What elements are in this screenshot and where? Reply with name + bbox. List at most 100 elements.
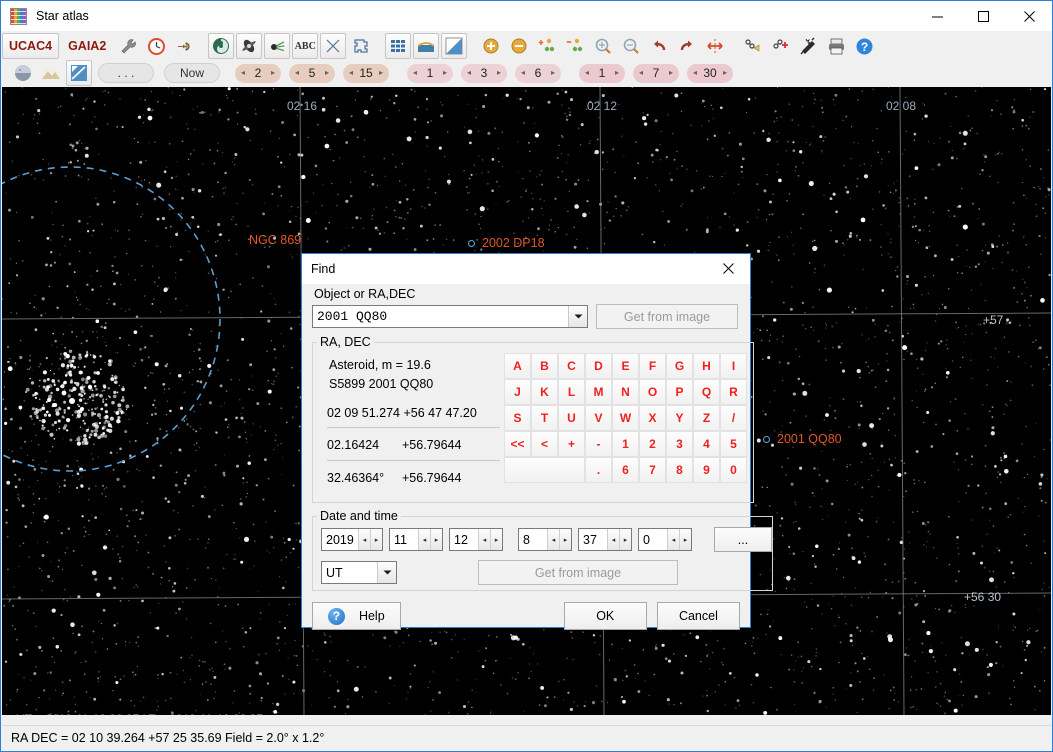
keypad-key-4[interactable]: 4 — [693, 431, 720, 457]
cancel-button[interactable]: Cancel — [656, 602, 740, 630]
keypad-key-x[interactable]: . — [585, 457, 612, 483]
keypad-key-K[interactable]: K — [531, 379, 558, 405]
stepper-3[interactable]: ◂ 15 ▸ — [343, 63, 389, 83]
stepper-8[interactable]: ◂ 7 ▸ — [633, 63, 679, 83]
pointing-hand-icon[interactable] — [171, 33, 197, 59]
keypad-key-5[interactable]: 5 — [720, 431, 747, 457]
keypad-key-R[interactable]: R — [720, 379, 747, 405]
keypad-key-Y[interactable]: Y — [666, 405, 693, 431]
keypad-key-xx[interactable]: << — [504, 431, 531, 457]
keypad-key-A[interactable]: A — [504, 353, 531, 379]
maximize-button[interactable] — [960, 1, 1006, 31]
get-from-image-button[interactable]: Get from image — [596, 304, 738, 329]
month-field[interactable]: 11 ◂ ▸ — [389, 528, 443, 551]
keypad-key-I[interactable]: I — [720, 353, 747, 379]
keypad-key-D[interactable]: D — [585, 353, 612, 379]
hour-field-up-arrow[interactable]: ▸ — [559, 529, 571, 550]
stepper-right-arrow[interactable]: ▸ — [723, 69, 727, 77]
gaia2-button[interactable]: GAIA2 — [61, 33, 113, 59]
galaxy-icon[interactable] — [208, 33, 235, 59]
add-star-icon[interactable] — [534, 33, 560, 59]
remove-star-icon[interactable] — [562, 33, 588, 59]
clock-icon[interactable] — [143, 33, 169, 59]
minute-field-up-arrow[interactable]: ▸ — [619, 529, 631, 550]
stepper-right-arrow[interactable]: ▸ — [669, 69, 673, 77]
abc-labels-icon[interactable]: ABC — [292, 33, 319, 59]
keypad-key-V[interactable]: V — [585, 405, 612, 431]
print-icon[interactable] — [823, 33, 849, 59]
stepper-4[interactable]: ◂ 1 ▸ — [407, 63, 453, 83]
add-object-icon[interactable] — [767, 33, 793, 59]
stepper-right-arrow[interactable]: ▸ — [379, 69, 383, 77]
keypad-key-O[interactable]: O — [639, 379, 666, 405]
year-field-down-arrow[interactable]: ◂ — [358, 529, 370, 550]
grid-icon[interactable] — [385, 33, 412, 59]
keypad-key-6[interactable]: 6 — [612, 457, 639, 483]
keypad-key-U[interactable]: U — [558, 405, 585, 431]
ucac4-button[interactable]: UCAC4 — [2, 33, 60, 59]
constellation-lines-icon[interactable] — [320, 33, 347, 59]
ok-button[interactable]: OK — [563, 602, 647, 630]
object-combobox[interactable]: 2001 QQ80 — [312, 305, 588, 328]
wrench-icon[interactable] — [115, 33, 141, 59]
keypad-key-H[interactable]: H — [693, 353, 720, 379]
stepper-2[interactable]: ◂ 5 ▸ — [289, 63, 335, 83]
keypad-key-1[interactable]: 1 — [612, 431, 639, 457]
zoom-minus-circle-icon[interactable] — [506, 33, 532, 59]
stepper-9[interactable]: ◂ 30 ▸ — [687, 63, 733, 83]
help-icon[interactable]: ? — [851, 33, 877, 59]
keypad-key-X[interactable]: X — [639, 405, 666, 431]
asteroid-2002-dp18-marker[interactable] — [468, 240, 475, 247]
timezone-combobox[interactable]: UT — [321, 561, 397, 584]
keypad-key-x[interactable]: - — [585, 431, 612, 457]
zoom-plus-circle-icon[interactable] — [478, 33, 504, 59]
invert-colors-icon[interactable] — [441, 33, 468, 59]
keypad-key-T[interactable]: T — [531, 405, 558, 431]
minute-field[interactable]: 37 ◂ ▸ — [578, 528, 632, 551]
object-input[interactable]: 2001 QQ80 — [313, 309, 568, 324]
stepper-right-arrow[interactable]: ▸ — [325, 69, 329, 77]
month-field-down-arrow[interactable]: ◂ — [418, 529, 430, 550]
undo-icon[interactable] — [646, 33, 672, 59]
stepper-1[interactable]: ◂ 2 ▸ — [235, 63, 281, 83]
horizon-icon[interactable] — [413, 33, 440, 59]
keypad-key-2[interactable]: 2 — [639, 431, 666, 457]
redo-icon[interactable] — [674, 33, 700, 59]
keypad-key-C[interactable]: C — [558, 353, 585, 379]
help-button[interactable]: ? Help — [312, 602, 401, 630]
keypad-key-M[interactable]: M — [585, 379, 612, 405]
keypad-key-x[interactable]: < — [531, 431, 558, 457]
chevron-down-icon[interactable] — [568, 306, 587, 327]
keypad-key-Z[interactable]: Z — [693, 405, 720, 431]
ellipsis-button[interactable]: . . . — [98, 63, 154, 83]
keypad-key-x[interactable]: + — [558, 431, 585, 457]
stepper-6[interactable]: ◂ 6 ▸ — [515, 63, 561, 83]
stepper-right-arrow[interactable]: ▸ — [551, 69, 555, 77]
asteroid-2001-qq80-marker[interactable] — [763, 436, 770, 443]
zoom-in-icon[interactable] — [590, 33, 616, 59]
minute-field-down-arrow[interactable]: ◂ — [607, 529, 619, 550]
keypad-key-W[interactable]: W — [612, 405, 639, 431]
keypad-key-J[interactable]: J — [504, 379, 531, 405]
stepper-7[interactable]: ◂ 1 ▸ — [579, 63, 625, 83]
find-close-button[interactable] — [706, 254, 750, 283]
moon-icon[interactable] — [10, 60, 36, 86]
day-field[interactable]: 12 ◂ ▸ — [449, 528, 503, 551]
year-field[interactable]: 2019 ◂ ▸ — [321, 528, 383, 551]
stepper-right-arrow[interactable]: ▸ — [497, 69, 501, 77]
stepper-right-arrow[interactable]: ▸ — [615, 69, 619, 77]
chevron-down-icon-timezone[interactable] — [377, 562, 396, 583]
zoom-out-icon[interactable] — [618, 33, 644, 59]
day-field-up-arrow[interactable]: ▸ — [490, 529, 502, 550]
ngc-869-label[interactable]: NGC 869 — [249, 233, 301, 247]
comet-icon[interactable] — [264, 33, 291, 59]
keypad-key-S[interactable]: S — [504, 405, 531, 431]
stepper-right-arrow[interactable]: ▸ — [271, 69, 275, 77]
date-more-button[interactable]: ... — [714, 527, 772, 552]
second-field-down-arrow[interactable]: ◂ — [667, 529, 679, 550]
keypad-key-9[interactable]: 9 — [693, 457, 720, 483]
keypad-key-G[interactable]: G — [666, 353, 693, 379]
stepper-right-arrow[interactable]: ▸ — [443, 69, 447, 77]
keypad-key-B[interactable]: B — [531, 353, 558, 379]
minimize-button[interactable] — [914, 1, 960, 31]
